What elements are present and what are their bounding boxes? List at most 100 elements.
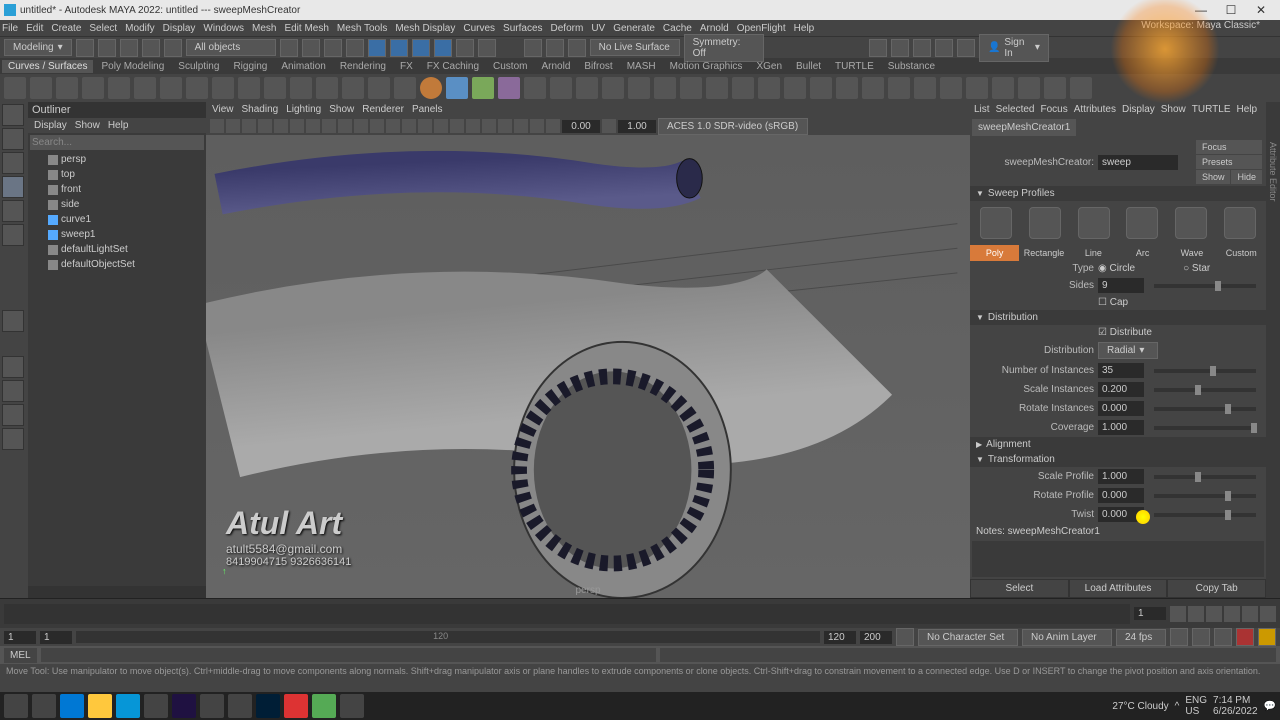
shelf-sculpt-icon[interactable] — [1044, 77, 1066, 99]
shelf-three-point-arc-icon[interactable] — [160, 77, 182, 99]
shelf-tab-fx[interactable]: FX — [394, 60, 419, 73]
shelf-bezier-icon[interactable] — [108, 77, 130, 99]
scale-inst-slider[interactable] — [1154, 388, 1256, 392]
menu-openflight[interactable]: OpenFlight — [737, 23, 786, 34]
component-vertex-icon[interactable] — [390, 39, 408, 57]
shelf-curve-edit-icon[interactable] — [394, 77, 416, 99]
outliner-item-front[interactable]: front — [28, 182, 206, 197]
go-start-icon[interactable] — [1170, 606, 1186, 622]
signin-dropdown[interactable]: 👤 Sign In ▾ — [979, 34, 1049, 62]
shelf-attach-surf-icon[interactable] — [888, 77, 910, 99]
range-slider[interactable]: 120 — [76, 631, 820, 643]
ae-show[interactable]: Show — [1161, 104, 1186, 115]
shelf-add-points-icon[interactable] — [368, 77, 390, 99]
scale-prof-field[interactable]: 1.000 — [1098, 469, 1144, 484]
profile-poly[interactable]: Poly — [970, 245, 1019, 261]
ae-turtle[interactable]: TURTLE — [1192, 104, 1231, 115]
shelf-tab-curves[interactable]: Curves / Surfaces — [2, 60, 93, 73]
snap-curve-icon[interactable] — [324, 39, 342, 57]
symmetry-dropdown[interactable]: Symmetry: Off — [684, 34, 764, 62]
play-back-icon[interactable] — [1206, 606, 1222, 622]
single-pane-icon[interactable] — [2, 356, 24, 378]
ae-copy-btn[interactable]: Copy Tab — [1167, 579, 1266, 598]
new-scene-icon[interactable] — [76, 39, 94, 57]
task-view-icon[interactable] — [32, 694, 56, 718]
shelf-intersect-icon[interactable] — [810, 77, 832, 99]
panel-layout3-icon[interactable] — [913, 39, 931, 57]
shelf-untrim-icon[interactable] — [862, 77, 884, 99]
mode-dropdown[interactable]: Modeling ▾ — [4, 39, 72, 56]
notes-area[interactable] — [972, 541, 1264, 577]
playback-speed-icon[interactable] — [1192, 628, 1210, 646]
type-star[interactable]: ○ Star — [1183, 263, 1210, 274]
shelf-planar-icon[interactable] — [628, 77, 650, 99]
menu-mesh[interactable]: Mesh — [252, 23, 276, 34]
rot-prof-slider[interactable] — [1154, 494, 1256, 498]
start-button[interactable] — [4, 694, 28, 718]
shelf-ep-curve-icon[interactable] — [56, 77, 78, 99]
notifications-icon[interactable]: 💬 — [1264, 701, 1276, 712]
sides-field[interactable]: 9 — [1098, 278, 1144, 293]
outliner-item-lightset[interactable]: defaultLightSet — [28, 242, 206, 257]
distribute-checkbox[interactable]: ☑ Distribute — [1098, 327, 1152, 338]
ae-load-btn[interactable]: Load Attributes — [1069, 579, 1168, 598]
instances-field[interactable]: 35 — [1098, 363, 1144, 378]
shelf-tab-mg[interactable]: Motion Graphics — [664, 60, 749, 73]
shelf-insert-iso-icon[interactable] — [966, 77, 988, 99]
outliner-help[interactable]: Help — [108, 120, 129, 131]
prefs-icon[interactable] — [1258, 628, 1276, 646]
ae-presets-btn[interactable]: Presets — [1196, 155, 1262, 169]
coverage-field[interactable]: 1.000 — [1098, 420, 1144, 435]
last-tool[interactable] — [2, 310, 24, 332]
shelf-tab-poly[interactable]: Poly Modeling — [95, 60, 170, 73]
shelf-tab-bullet[interactable]: Bullet — [790, 60, 827, 73]
two-pane-icon[interactable] — [2, 404, 24, 426]
channel-box-strip[interactable]: Attribute Editor — [1266, 102, 1280, 598]
play-fwd-icon[interactable] — [1224, 606, 1240, 622]
select-tool[interactable] — [2, 104, 24, 126]
outliner-item-sweep1[interactable]: sweep1 — [28, 227, 206, 242]
tray-chevron-icon[interactable]: ^ — [1175, 701, 1180, 712]
profile-wave-icon[interactable] — [1175, 207, 1207, 239]
panel-layout-icon[interactable] — [869, 39, 887, 57]
cmd-language[interactable]: MEL — [4, 648, 37, 663]
vp-resolution-gate-icon[interactable] — [338, 119, 352, 133]
toggle-icon[interactable] — [957, 39, 975, 57]
shelf-square-icon[interactable] — [732, 77, 754, 99]
chrome-icon[interactable] — [144, 694, 168, 718]
redo-icon[interactable] — [164, 39, 182, 57]
history-icon[interactable] — [478, 39, 496, 57]
profile-wave[interactable]: Wave — [1167, 245, 1216, 261]
shelf-surface-edit-icon[interactable] — [1070, 77, 1092, 99]
vp-renderer[interactable]: Renderer — [362, 104, 404, 115]
step-back-icon[interactable] — [1188, 606, 1204, 622]
edge-icon[interactable] — [60, 694, 84, 718]
coverage-slider[interactable] — [1154, 426, 1256, 430]
vp-smooth-shade-icon[interactable] — [434, 119, 448, 133]
photoshop-icon[interactable] — [256, 694, 280, 718]
shelf-offset-icon[interactable] — [316, 77, 338, 99]
rot-prof-field[interactable]: 0.000 — [1098, 488, 1144, 503]
auto-key-icon[interactable] — [896, 628, 914, 646]
paint-select-tool[interactable] — [2, 152, 24, 174]
shelf-nurbs-torus-icon[interactable] — [550, 77, 572, 99]
vp-shading[interactable]: Shading — [242, 104, 279, 115]
ae-section-align[interactable]: Alignment — [970, 437, 1266, 452]
shelf-detach-surf-icon[interactable] — [914, 77, 936, 99]
maximize-button[interactable]: ☐ — [1216, 1, 1246, 19]
animate-icon[interactable] — [228, 694, 252, 718]
menu-cache[interactable]: Cache — [663, 23, 692, 34]
rot-inst-slider[interactable] — [1154, 407, 1256, 411]
shelf-tab-sculpt[interactable]: Sculpting — [172, 60, 225, 73]
vp-select-camera-icon[interactable] — [210, 119, 224, 133]
menu-display[interactable]: Display — [163, 23, 196, 34]
playback-prefs-icon[interactable] — [1236, 628, 1254, 646]
vp-show[interactable]: Show — [329, 104, 354, 115]
lasso-tool[interactable] — [2, 128, 24, 150]
ae-show-btn[interactable]: Show — [1196, 170, 1231, 184]
fps-dropdown[interactable]: 24 fps — [1116, 629, 1166, 646]
ae-node-name[interactable]: sweep — [1098, 155, 1178, 170]
shelf-two-point-arc-icon[interactable] — [186, 77, 208, 99]
menu-generate[interactable]: Generate — [613, 23, 655, 34]
vp-isolate-icon[interactable] — [498, 119, 512, 133]
